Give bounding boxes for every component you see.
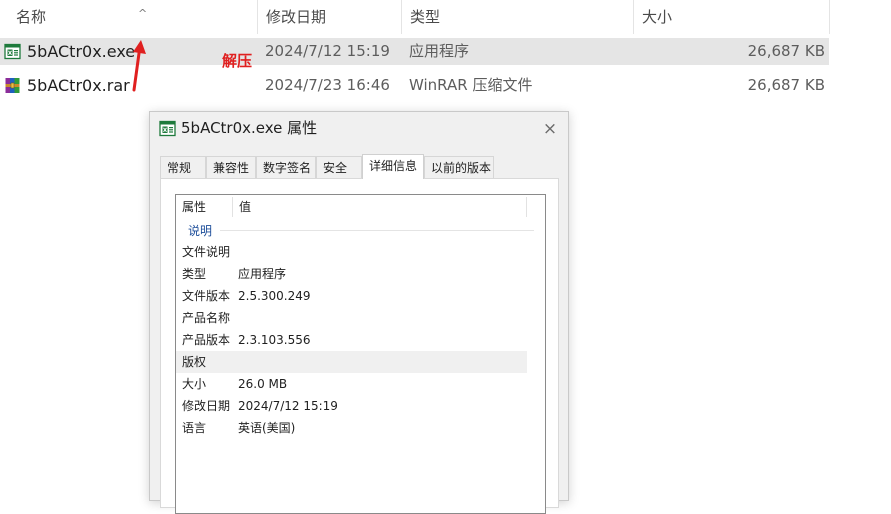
property-name: 文件说明 [182, 245, 231, 259]
tab-label: 详细信息 [369, 159, 418, 173]
tab-general[interactable]: 常规 [160, 156, 206, 178]
column-header-type[interactable]: 类型 [402, 0, 634, 34]
tab-previous-versions[interactable]: 以前的版本 [424, 156, 494, 178]
group-label-description: 说明 [188, 224, 213, 238]
annotation-label: 解压 [222, 52, 253, 70]
column-divider[interactable] [232, 197, 233, 217]
exe-icon [4, 43, 21, 60]
property-row[interactable]: 类型 应用程序 [176, 263, 527, 285]
property-row[interactable]: 语言 英语(美国) [176, 417, 527, 439]
column-header-modified[interactable]: 修改日期 [258, 0, 402, 34]
file-type: 应用程序 [409, 42, 470, 60]
file-type: WinRAR 压缩文件 [409, 76, 533, 94]
close-icon[interactable]: × [538, 117, 562, 141]
file-name: 5bACtr0x.exe [27, 42, 136, 61]
property-row[interactable]: 产品名称 [176, 307, 527, 329]
property-row[interactable]: 文件说明 [176, 241, 527, 263]
tab-label: 安全 [323, 161, 348, 175]
tab-details[interactable]: 详细信息 [362, 154, 424, 179]
file-size: 26,687 KB [747, 76, 825, 94]
tab-compatibility[interactable]: 兼容性 [206, 156, 256, 178]
file-date: 2024/7/12 15:19 [265, 42, 390, 60]
tab-digital-signatures[interactable]: 数字签名 [256, 156, 316, 178]
tab-label: 以前的版本 [431, 161, 492, 175]
property-value: 应用程序 [238, 267, 287, 281]
list-header-property[interactable]: 属性 [182, 195, 206, 219]
file-date: 2024/7/23 16:46 [265, 76, 390, 94]
file-name: 5bACtr0x.rar [27, 76, 130, 95]
group-divider [220, 230, 534, 231]
property-name: 产品名称 [182, 311, 231, 325]
properties-dialog: 5bACtr0x.exe 属性 × 常规 兼容性 数字签名 安全 详细信息 以前… [149, 111, 569, 514]
column-header-size-label: 大小 [642, 8, 673, 26]
tab-label: 常规 [167, 161, 192, 175]
property-value: 2024/7/12 15:19 [238, 399, 338, 413]
property-value: 英语(美国) [238, 421, 296, 435]
property-name: 大小 [182, 377, 207, 391]
tab-label: 数字签名 [263, 161, 312, 175]
dialog-titlebar[interactable]: 5bACtr0x.exe 属性 × [150, 112, 568, 146]
property-name: 修改日期 [182, 399, 231, 413]
property-name: 类型 [182, 267, 207, 281]
column-header-type-label: 类型 [410, 8, 441, 26]
exe-icon [159, 120, 176, 137]
list-header-value[interactable]: 值 [239, 195, 251, 219]
property-row[interactable]: 文件版本 2.5.300.249 [176, 285, 527, 307]
column-header-size[interactable]: 大小 [634, 0, 830, 34]
property-name: 语言 [182, 421, 207, 435]
dialog-title: 5bACtr0x.exe 属性 [181, 119, 318, 137]
list-header: 属性 值 [176, 195, 527, 219]
property-row[interactable]: 产品版本 2.3.103.556 [176, 329, 527, 351]
column-header-modified-label: 修改日期 [266, 8, 327, 26]
annotation-arrow-icon [132, 40, 146, 92]
property-row[interactable]: 修改日期 2024/7/12 15:19 [176, 395, 527, 417]
tab-security[interactable]: 安全 [316, 156, 362, 178]
property-value: 26.0 MB [238, 377, 288, 391]
column-header-name[interactable]: 名称 ^ [8, 0, 258, 34]
property-name: 版权 [182, 355, 207, 369]
tab-bar: 常规 兼容性 数字签名 安全 详细信息 以前的版本 [160, 154, 558, 179]
sort-ascending-icon: ^ [138, 7, 148, 20]
property-name: 产品版本 [182, 333, 231, 347]
property-value: 2.5.300.249 [238, 289, 311, 303]
column-header-name-label: 名称 [16, 8, 47, 26]
column-divider[interactable] [526, 197, 527, 217]
details-tab-panel: 属性 值 说明 文件说明 类型 应用程序 文件版本 2.5.300.249 产品… [160, 178, 559, 514]
property-row[interactable]: 大小 26.0 MB [176, 373, 527, 395]
property-row[interactable]: 版权 [176, 351, 527, 373]
property-name: 文件版本 [182, 289, 231, 303]
properties-list[interactable]: 属性 值 说明 文件说明 类型 应用程序 文件版本 2.5.300.249 产品… [175, 194, 546, 514]
file-explorer: 名称 ^ 修改日期 类型 大小 5bACtr0x.exe 2024/7/12 1… [0, 0, 891, 514]
property-value: 2.3.103.556 [238, 333, 311, 347]
tab-label: 兼容性 [213, 161, 250, 175]
winrar-icon [5, 78, 20, 93]
file-size: 26,687 KB [747, 42, 825, 60]
